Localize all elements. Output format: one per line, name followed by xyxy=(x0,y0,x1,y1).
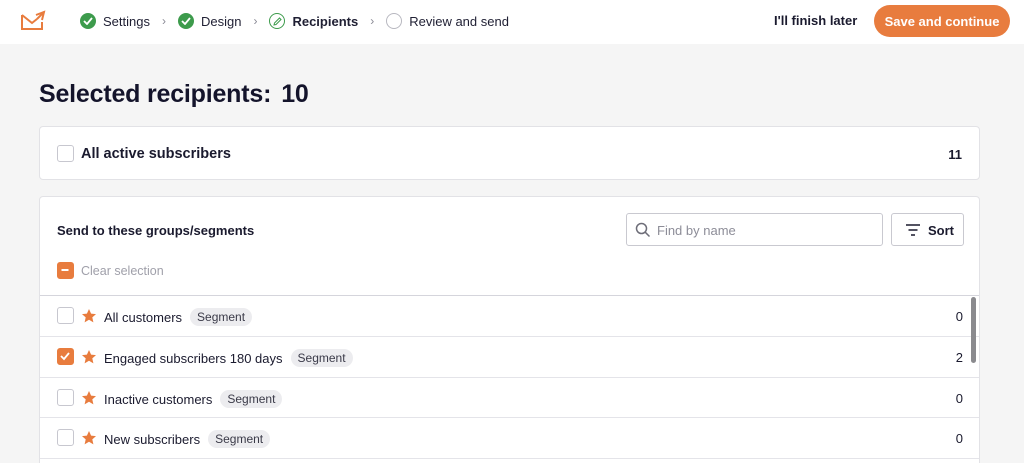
search-box[interactable] xyxy=(626,213,883,246)
row-count: 2 xyxy=(955,349,963,365)
star-icon[interactable] xyxy=(81,430,97,446)
step-label: Design xyxy=(200,13,242,29)
row-checkbox[interactable] xyxy=(57,307,74,324)
wizard-steps: Settings › Design › Recipients › Review … xyxy=(80,12,509,30)
step-label: Recipients xyxy=(292,13,359,29)
chevron-right-icon: › xyxy=(161,14,166,28)
selected-count: 10 xyxy=(281,80,309,108)
step-design[interactable]: Design xyxy=(177,13,242,29)
row-checkbox[interactable] xyxy=(57,429,74,447)
step-settings[interactable]: Settings xyxy=(80,13,150,29)
groups-segments-card: Send to these groups/segments Sort Clear… xyxy=(39,196,980,463)
step-review-and-send[interactable]: Review and send xyxy=(386,13,509,29)
list-item[interactable]: Inactive customers Segment 0 xyxy=(40,378,979,419)
pencil-circle-icon xyxy=(269,13,286,29)
all-active-subscribers-count: 11 xyxy=(948,147,962,162)
star-icon[interactable] xyxy=(81,390,97,406)
list-item[interactable]: All customers Segment 0 xyxy=(40,296,979,337)
list-item[interactable]: New subscribers Segment 0 xyxy=(40,418,979,460)
star-icon[interactable] xyxy=(81,308,97,324)
filter-lines-icon xyxy=(906,224,920,236)
chevron-right-icon: › xyxy=(370,14,375,28)
row-name: Engaged subscribers 180 days Segment xyxy=(104,348,353,368)
finish-later-button[interactable]: I'll finish later xyxy=(774,13,857,28)
clear-selection-checkbox[interactable] xyxy=(57,262,74,279)
row-name: Inactive customers Segment xyxy=(104,389,283,409)
all-active-subscribers-label: All active subscribers xyxy=(81,146,231,162)
scrollbar-thumb[interactable] xyxy=(971,297,976,363)
row-count: 0 xyxy=(955,431,963,447)
empty-circle-icon xyxy=(386,13,403,29)
step-recipients[interactable]: Recipients xyxy=(269,13,358,29)
page-title: Selected recipients: 10 xyxy=(39,80,309,109)
row-name: All customers Segment xyxy=(104,308,253,327)
search-input[interactable] xyxy=(657,220,877,240)
star-icon[interactable] xyxy=(81,349,97,365)
segment-badge: Segment xyxy=(290,348,353,367)
row-name-text: Inactive customers xyxy=(104,391,213,407)
sort-label: Sort xyxy=(928,223,954,238)
row-count: 0 xyxy=(955,390,963,406)
row-name: New subscribers Segment xyxy=(104,430,271,449)
all-active-subscribers-card[interactable]: All active subscribers 11 xyxy=(39,126,980,180)
segment-badge: Segment xyxy=(220,389,283,408)
sort-button[interactable]: Sort xyxy=(891,213,964,246)
chevron-right-icon: › xyxy=(253,14,258,28)
page-title-text: Selected recipients: xyxy=(39,80,272,108)
envelope-arrow-icon[interactable] xyxy=(20,10,46,32)
row-name-text: All customers xyxy=(104,310,183,325)
search-icon xyxy=(635,222,651,238)
segment-badge: Segment xyxy=(190,308,253,326)
row-count: 0 xyxy=(955,309,963,324)
segment-list: All customers Segment 0 Engaged subscribe… xyxy=(40,296,979,460)
all-active-subscribers-checkbox[interactable] xyxy=(57,145,74,162)
step-label: Settings xyxy=(103,13,150,29)
check-circle-icon xyxy=(177,13,194,29)
save-and-continue-button[interactable]: Save and continue xyxy=(874,5,1010,37)
row-name-text: New subscribers xyxy=(104,432,201,448)
row-name-text: Engaged subscribers 180 days xyxy=(104,350,283,366)
step-label: Review and send xyxy=(409,13,509,29)
row-checkbox[interactable] xyxy=(57,388,74,406)
list-item[interactable]: Engaged subscribers 180 days Segment 2 xyxy=(40,337,979,378)
segment-badge: Segment xyxy=(208,430,271,449)
top-bar: Settings › Design › Recipients › Review … xyxy=(0,0,1024,44)
check-circle-icon xyxy=(80,13,96,29)
row-checkbox[interactable] xyxy=(57,347,74,365)
clear-selection-label[interactable]: Clear selection xyxy=(81,264,164,278)
groups-title: Send to these groups/segments xyxy=(57,223,255,238)
